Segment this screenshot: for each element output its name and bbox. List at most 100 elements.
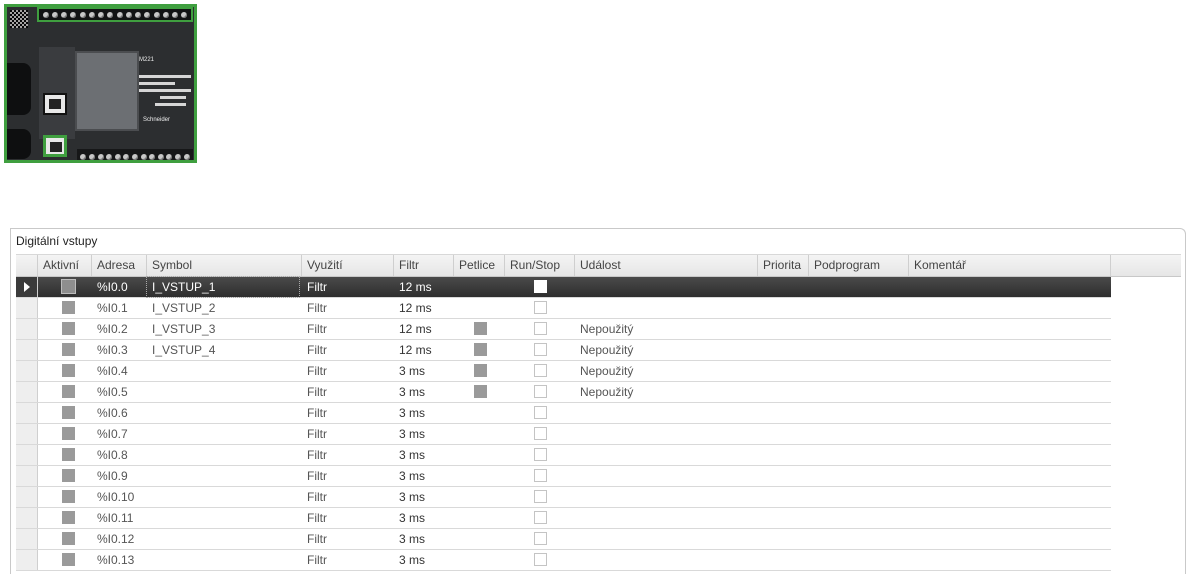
column-header-petlice[interactable]: Petlice (454, 255, 505, 276)
cell-udalost[interactable] (575, 508, 758, 528)
cell-symbol[interactable] (147, 382, 299, 402)
cell-filtr[interactable]: 3 ms (394, 466, 454, 486)
column-header-podprogram[interactable]: Podprogram (809, 255, 909, 276)
cell-symbol[interactable]: I_VSTUP_4 (147, 340, 299, 360)
aktivni-checkbox[interactable] (62, 553, 75, 566)
table-row[interactable]: %I0.8 Filtr 3 ms (16, 445, 1111, 466)
cell-udalost[interactable] (575, 445, 758, 465)
cell-vyuziti[interactable]: Filtr (302, 445, 394, 465)
cell-filtr[interactable]: 3 ms (394, 382, 454, 402)
table-row[interactable]: %I0.1 I_VSTUP_2 Filtr 12 ms (16, 298, 1111, 319)
aktivni-checkbox[interactable] (62, 364, 75, 377)
column-header-symbol[interactable]: Symbol (147, 255, 302, 276)
cell-symbol[interactable] (147, 550, 299, 570)
cell-symbol[interactable] (147, 424, 299, 444)
cell-udalost[interactable] (575, 529, 758, 549)
cell-udalost[interactable]: Nepoužitý (575, 361, 758, 381)
petlice-checkbox[interactable] (474, 343, 487, 356)
row-selector[interactable] (16, 487, 38, 507)
table-row[interactable]: %I0.0 I_VSTUP_1 Filtr 12 ms (16, 276, 1111, 298)
ethernet-port-icon[interactable] (43, 135, 67, 157)
column-header-runstop[interactable]: Run/Stop (505, 255, 575, 276)
cell-filtr[interactable]: 3 ms (394, 424, 454, 444)
row-selector[interactable] (16, 361, 38, 381)
cell-udalost[interactable]: Nepoužitý (575, 382, 758, 402)
cell-symbol[interactable]: I_VSTUP_1 (146, 276, 300, 298)
aktivni-checkbox[interactable] (62, 427, 75, 440)
cell-udalost[interactable] (575, 403, 758, 423)
runstop-checkbox[interactable] (534, 490, 547, 503)
table-row[interactable]: %I0.5 Filtr 3 ms Nepoužitý (16, 382, 1111, 403)
cell-filtr[interactable]: 12 ms (394, 319, 454, 339)
table-row[interactable]: %I0.6 Filtr 3 ms (16, 403, 1111, 424)
column-header-priorita[interactable]: Priorita (758, 255, 809, 276)
cell-vyuziti[interactable]: Filtr (302, 298, 394, 318)
column-header-filtr[interactable]: Filtr (394, 255, 454, 276)
cell-symbol[interactable] (147, 487, 299, 507)
row-selector[interactable] (16, 466, 38, 486)
aktivni-checkbox[interactable] (62, 469, 75, 482)
runstop-checkbox[interactable] (534, 364, 547, 377)
row-selector[interactable] (16, 550, 38, 570)
cell-vyuziti[interactable]: Filtr (302, 277, 394, 297)
row-selector[interactable] (16, 382, 38, 402)
cell-vyuziti[interactable]: Filtr (302, 466, 394, 486)
table-row[interactable]: %I0.7 Filtr 3 ms (16, 424, 1111, 445)
runstop-checkbox[interactable] (534, 427, 547, 440)
aktivni-checkbox[interactable] (62, 343, 75, 356)
column-header-udalost[interactable]: Událost (575, 255, 758, 276)
cell-filtr[interactable]: 3 ms (394, 487, 454, 507)
cell-vyuziti[interactable]: Filtr (302, 550, 394, 570)
row-selector[interactable] (16, 445, 38, 465)
cell-vyuziti[interactable]: Filtr (302, 319, 394, 339)
aktivni-checkbox[interactable] (62, 301, 75, 314)
table-row[interactable]: %I0.2 I_VSTUP_3 Filtr 12 ms Nepoužitý (16, 319, 1111, 340)
runstop-checkbox[interactable] (534, 469, 547, 482)
cell-filtr[interactable]: 12 ms (394, 298, 454, 318)
row-selector[interactable] (16, 508, 38, 528)
aktivni-checkbox[interactable] (62, 406, 75, 419)
cell-symbol[interactable] (147, 529, 299, 549)
table-row[interactable]: %I0.11 Filtr 3 ms (16, 508, 1111, 529)
cell-vyuziti[interactable]: Filtr (302, 340, 394, 360)
cell-symbol[interactable] (147, 361, 299, 381)
runstop-checkbox[interactable] (534, 448, 547, 461)
table-row[interactable]: %I0.10 Filtr 3 ms (16, 487, 1111, 508)
aktivni-checkbox[interactable] (62, 448, 75, 461)
table-row[interactable]: %I0.3 I_VSTUP_4 Filtr 12 ms Nepoužitý (16, 340, 1111, 361)
cell-vyuziti[interactable]: Filtr (302, 529, 394, 549)
cell-udalost[interactable]: Nepoužitý (575, 340, 758, 360)
table-row[interactable]: %I0.13 Filtr 3 ms (16, 550, 1111, 571)
cell-udalost[interactable] (575, 466, 758, 486)
cell-filtr[interactable]: 3 ms (394, 445, 454, 465)
column-header-komentar[interactable]: Komentář (909, 255, 1111, 276)
aktivni-checkbox[interactable] (62, 385, 75, 398)
row-selector[interactable] (16, 298, 38, 318)
petlice-checkbox[interactable] (474, 322, 487, 335)
cell-filtr[interactable]: 3 ms (394, 550, 454, 570)
aktivni-checkbox[interactable] (62, 511, 75, 524)
aktivni-checkbox[interactable] (61, 279, 76, 294)
column-header-aktivni[interactable]: Aktivní (38, 255, 92, 276)
cell-udalost[interactable] (575, 550, 758, 570)
cell-symbol[interactable] (147, 403, 299, 423)
cell-filtr[interactable]: 12 ms (394, 277, 454, 297)
cell-udalost[interactable] (575, 424, 758, 444)
cell-vyuziti[interactable]: Filtr (302, 508, 394, 528)
aktivni-checkbox[interactable] (62, 532, 75, 545)
aktivni-checkbox[interactable] (62, 490, 75, 503)
petlice-checkbox[interactable] (474, 385, 487, 398)
row-selector[interactable] (16, 340, 38, 360)
cell-udalost[interactable] (575, 487, 758, 507)
cell-vyuziti[interactable]: Filtr (302, 487, 394, 507)
petlice-checkbox[interactable] (474, 364, 487, 377)
digital-inputs-table[interactable]: Aktivní Adresa Symbol Využití Filtr Petl… (16, 254, 1181, 571)
cell-filtr[interactable]: 3 ms (394, 508, 454, 528)
cell-symbol[interactable]: I_VSTUP_3 (147, 319, 299, 339)
cell-vyuziti[interactable]: Filtr (302, 424, 394, 444)
runstop-checkbox[interactable] (534, 553, 547, 566)
table-row[interactable]: %I0.12 Filtr 3 ms (16, 529, 1111, 550)
runstop-checkbox[interactable] (534, 280, 547, 293)
cell-vyuziti[interactable]: Filtr (302, 403, 394, 423)
table-row[interactable]: %I0.9 Filtr 3 ms (16, 466, 1111, 487)
